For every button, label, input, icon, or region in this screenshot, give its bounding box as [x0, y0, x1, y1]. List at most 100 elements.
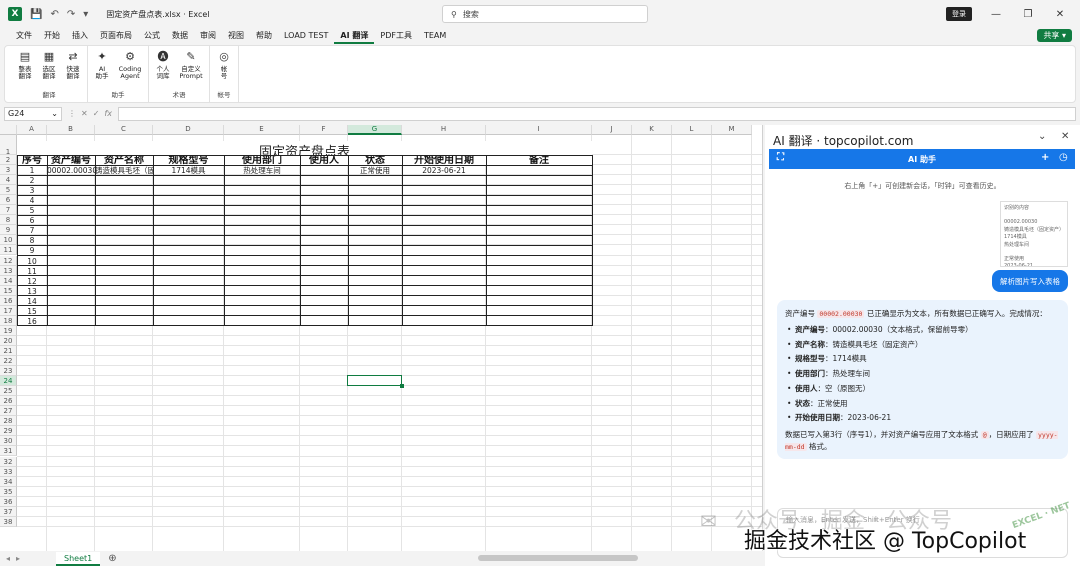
table-cell-seq[interactable]: 4: [17, 196, 47, 205]
row-header[interactable]: 20: [0, 335, 17, 346]
column-header-K[interactable]: K: [632, 125, 672, 135]
table-cell-code[interactable]: 00002.00030: [47, 166, 95, 175]
confirm-icon[interactable]: ✓: [93, 109, 100, 118]
menu-tab-0[interactable]: 文件: [10, 28, 38, 44]
select-all-corner[interactable]: [0, 125, 17, 135]
table-cell-user[interactable]: [300, 166, 348, 175]
ribbon-button-3-0[interactable]: ◎ 帐号: [214, 50, 234, 88]
row-header[interactable]: 6: [0, 195, 17, 206]
formula-input[interactable]: [117, 106, 1076, 121]
prev-sheet-icon[interactable]: ◂: [0, 554, 16, 563]
row-header[interactable]: 27: [0, 406, 17, 417]
row-header[interactable]: 18: [0, 315, 17, 326]
row-header[interactable]: 32: [0, 456, 17, 467]
row-header[interactable]: 3: [0, 165, 17, 176]
share-button[interactable]: 共享 ▾: [1037, 29, 1072, 42]
menu-tab-8[interactable]: 帮助: [250, 28, 278, 44]
row-header[interactable]: 25: [0, 386, 17, 397]
row-header[interactable]: 19: [0, 325, 17, 336]
column-header-C[interactable]: C: [95, 125, 153, 135]
ribbon-button-2-0[interactable]: 🅐 个人 词库: [153, 50, 173, 88]
menu-tab-4[interactable]: 公式: [138, 28, 166, 44]
column-header-F[interactable]: F: [300, 125, 348, 135]
table-cell-spec[interactable]: 1714模具: [153, 166, 224, 175]
row-header[interactable]: 8: [0, 215, 17, 226]
row-header[interactable]: 5: [0, 185, 17, 196]
column-header-J[interactable]: J: [592, 125, 632, 135]
uploaded-image-thumbnail[interactable]: 识别的内容 00002.00030 铸造模具毛坯（固定资产） 1714模具 热处理车间正…: [1000, 201, 1068, 267]
menu-tab-5[interactable]: 数据: [166, 28, 194, 44]
row-header[interactable]: 38: [0, 516, 17, 527]
table-cell-seq[interactable]: 14: [17, 297, 47, 306]
table-cell-seq[interactable]: 5: [17, 206, 47, 215]
undo-icon[interactable]: ↶: [50, 9, 58, 20]
table-cell-seq[interactable]: 8: [17, 236, 47, 245]
menu-tab-2[interactable]: 插入: [66, 28, 94, 44]
table-cell-seq[interactable]: 10: [17, 257, 47, 266]
column-header-A[interactable]: A: [17, 125, 47, 135]
row-header[interactable]: 11: [0, 245, 17, 256]
row-header[interactable]: 7: [0, 205, 17, 216]
table-cell-seq[interactable]: 2: [17, 176, 47, 185]
redo-icon[interactable]: ↷: [67, 9, 75, 20]
column-header-D[interactable]: D: [153, 125, 224, 135]
message-input[interactable]: 输入消息，Enter 发送，Shift+Enter 换行: [777, 508, 1068, 558]
row-header[interactable]: 23: [0, 366, 17, 377]
ribbon-button-1-1[interactable]: ⚙ Coding Agent: [116, 50, 144, 88]
ribbon-button-2-1[interactable]: ✎ 自定义 Prompt: [177, 50, 205, 88]
restore-icon[interactable]: ❐: [1020, 9, 1036, 20]
column-header-H[interactable]: H: [402, 125, 486, 135]
row-header[interactable]: 24: [0, 376, 17, 387]
table-cell-dept[interactable]: 热处理车间: [224, 166, 300, 175]
cancel-icon[interactable]: ✕: [81, 109, 88, 118]
history-clock-icon[interactable]: ◷: [1059, 152, 1068, 163]
menu-tab-1[interactable]: 开始: [38, 28, 66, 44]
spreadsheet-grid[interactable]: A B C D E F G H I J K L M 1 2 3 4 5 6 7 8 9 10 11 12 13 14 15 16 17 18…: [0, 125, 763, 551]
table-cell-date[interactable]: 2023-06-21: [402, 166, 486, 175]
selected-cell-g24[interactable]: [347, 375, 404, 389]
column-header-E[interactable]: E: [224, 125, 300, 135]
ribbon-button-0-0[interactable]: ▤ 整表 翻译: [15, 50, 35, 88]
row-header[interactable]: 14: [0, 275, 17, 286]
menu-tab-10[interactable]: AI 翻译: [334, 28, 375, 44]
table-cell-seq[interactable]: 9: [17, 246, 47, 255]
column-header-G[interactable]: G: [348, 125, 402, 135]
table-cell-seq[interactable]: 13: [17, 287, 47, 296]
row-header[interactable]: 9: [0, 225, 17, 236]
row-header[interactable]: 12: [0, 255, 17, 266]
table-cell-seq[interactable]: 6: [17, 216, 47, 225]
menu-tab-7[interactable]: 视图: [222, 28, 250, 44]
table-cell-seq[interactable]: 15: [17, 307, 47, 316]
column-header-I[interactable]: I: [486, 125, 592, 135]
row-header[interactable]: 4: [0, 175, 17, 186]
table-cell-seq[interactable]: 16: [17, 317, 47, 326]
panel-close-icon[interactable]: ✕: [1061, 131, 1069, 142]
row-header[interactable]: 34: [0, 476, 17, 487]
row-header[interactable]: 26: [0, 396, 17, 407]
row-header[interactable]: 13: [0, 265, 17, 276]
row-header[interactable]: 10: [0, 235, 17, 246]
column-header-L[interactable]: L: [672, 125, 712, 135]
minimize-icon[interactable]: —: [988, 9, 1004, 20]
ribbon-button-1-0[interactable]: ✦ AI 助手: [92, 50, 112, 88]
ribbon-button-0-1[interactable]: ▦ 选区 翻译: [39, 50, 59, 88]
expand-icon[interactable]: ⛶: [777, 152, 784, 163]
table-cell-seq[interactable]: 12: [17, 277, 47, 286]
quick-access-dropdown-icon[interactable]: ▾: [83, 9, 88, 20]
row-header[interactable]: 1: [0, 135, 17, 156]
row-header[interactable]: 28: [0, 416, 17, 427]
table-cell-seq[interactable]: 11: [17, 267, 47, 276]
menu-tab-12[interactable]: TEAM: [418, 28, 452, 44]
table-cell-seq[interactable]: 3: [17, 186, 47, 195]
menu-tab-6[interactable]: 审阅: [194, 28, 222, 44]
close-icon[interactable]: ✕: [1052, 9, 1068, 20]
row-header[interactable]: 2: [0, 155, 17, 166]
column-header-M[interactable]: M: [712, 125, 752, 135]
row-header[interactable]: 22: [0, 356, 17, 367]
table-cell-name[interactable]: 铸造模具毛坯（固定资产）: [95, 166, 153, 175]
row-header[interactable]: 15: [0, 285, 17, 296]
sheet-tab-sheet1[interactable]: Sheet1: [56, 551, 101, 566]
collapse-icon[interactable]: ⌄: [1038, 131, 1046, 142]
add-sheet-icon[interactable]: ⊕: [108, 553, 116, 564]
row-header[interactable]: 36: [0, 496, 17, 507]
